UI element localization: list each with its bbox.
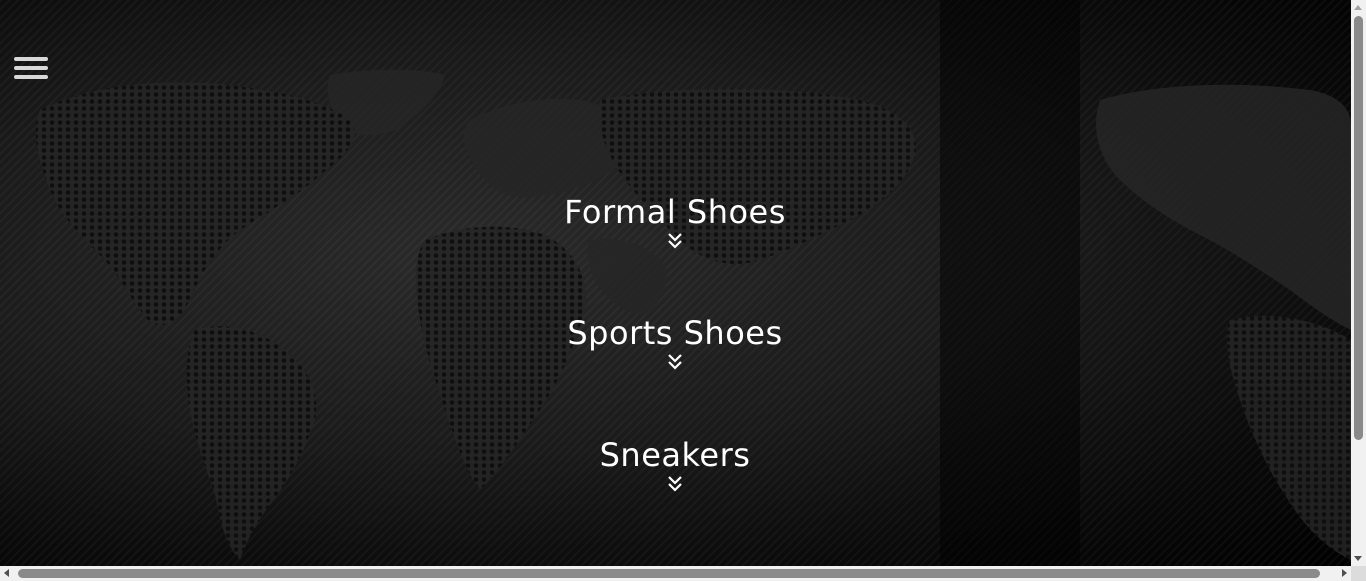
category-sports-shoes[interactable]: Sports Shoes	[475, 313, 875, 371]
scroll-down-arrow-icon[interactable]	[1354, 556, 1362, 561]
double-chevron-down-icon	[668, 233, 682, 249]
category-sneakers[interactable]: Sneakers	[475, 435, 875, 493]
double-chevron-down-icon	[668, 354, 682, 370]
vertical-scroll-thumb[interactable]	[1354, 16, 1363, 440]
category-title: Formal Shoes	[564, 193, 786, 231]
menu-bar-top	[14, 57, 48, 61]
double-chevron-down-icon	[668, 476, 682, 492]
scrollbar-corner	[1351, 566, 1366, 581]
vertical-scrollbar[interactable]	[1351, 0, 1366, 566]
horizontal-scroll-thumb[interactable]	[18, 569, 1320, 578]
page-viewport: Formal Shoes Sports Shoes Sneakers	[0, 0, 1351, 566]
horizontal-scrollbar[interactable]	[0, 566, 1351, 581]
scroll-up-arrow-icon[interactable]	[1354, 5, 1362, 10]
category-title: Sneakers	[599, 436, 751, 474]
category-title: Sports Shoes	[567, 314, 783, 352]
scroll-left-arrow-icon[interactable]	[4, 569, 9, 577]
hamburger-menu-icon[interactable]	[14, 57, 48, 81]
category-formal-shoes[interactable]: Formal Shoes	[475, 192, 875, 250]
menu-bar-middle	[14, 66, 48, 70]
menu-bar-bottom	[14, 75, 48, 79]
scroll-right-arrow-icon[interactable]	[1342, 569, 1347, 577]
